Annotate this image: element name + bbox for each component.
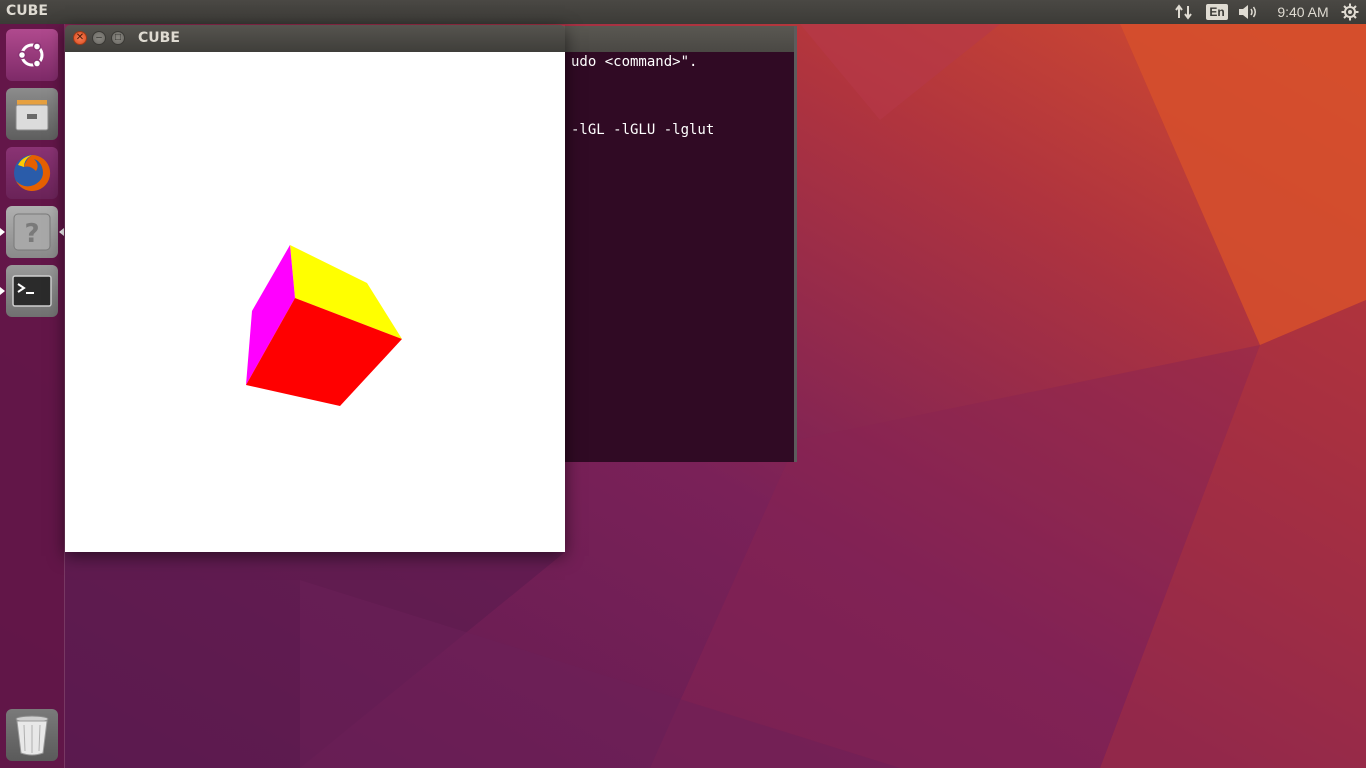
focus-indicator-right [59, 228, 64, 236]
keyboard-layout-indicator[interactable]: En [1206, 0, 1228, 24]
launcher-item-trash[interactable] [6, 709, 58, 761]
launcher-item-firefox[interactable] [6, 147, 58, 199]
terminal-icon [12, 275, 52, 307]
terminal-line: udo <command>". [571, 54, 698, 70]
svg-text:?: ? [24, 219, 39, 249]
keyboard-layout-label: En [1206, 4, 1228, 20]
terminal-line: -lGL -lGLU -lglut [571, 122, 715, 138]
running-indicator-left [0, 287, 5, 295]
close-button[interactable]: ✕ [73, 31, 87, 45]
network-indicator[interactable] [1172, 0, 1196, 24]
terminal-titlebar[interactable] [560, 26, 794, 52]
question-mark-icon: ? [13, 213, 51, 251]
clock[interactable]: 9:40 AM [1270, 0, 1336, 24]
launcher-item-ubuntu-dash[interactable] [6, 29, 58, 81]
minimize-button[interactable]: – [92, 31, 106, 45]
launcher-item-help[interactable]: ? [0, 206, 64, 258]
ubuntu-logo-icon [17, 42, 44, 68]
launcher-item-files[interactable] [6, 88, 58, 140]
cube-window-titlebar[interactable]: ✕ – □ CUBE [65, 25, 565, 52]
terminal-window[interactable]: udo <command>". -lGL -lGLU -lglut [560, 26, 797, 462]
active-app-name: CUBE [6, 3, 48, 19]
sound-indicator[interactable] [1236, 0, 1260, 24]
sound-icon [1239, 5, 1256, 19]
cube-window[interactable]: ✕ – □ CUBE [65, 25, 565, 552]
cube-render [246, 245, 402, 406]
launcher: ? [0, 24, 65, 768]
system-gear-icon [1341, 3, 1359, 21]
network-icon [1175, 4, 1192, 20]
firefox-icon [14, 154, 51, 191]
running-indicator-left [0, 228, 5, 236]
file-cabinet-icon [15, 100, 49, 131]
system-menu[interactable] [1338, 0, 1362, 24]
clock-label: 9:40 AM [1277, 4, 1329, 20]
minimize-icon: – [96, 32, 102, 43]
opengl-canvas[interactable] [65, 52, 565, 552]
top-panel: CUBE En 9:40 AM [0, 0, 1366, 24]
launcher-item-terminal[interactable] [0, 265, 58, 317]
maximize-button[interactable]: □ [111, 31, 125, 45]
trash-icon [15, 715, 49, 756]
window-title: CUBE [138, 30, 180, 46]
maximize-icon: □ [114, 32, 122, 43]
close-icon: ✕ [75, 32, 85, 43]
